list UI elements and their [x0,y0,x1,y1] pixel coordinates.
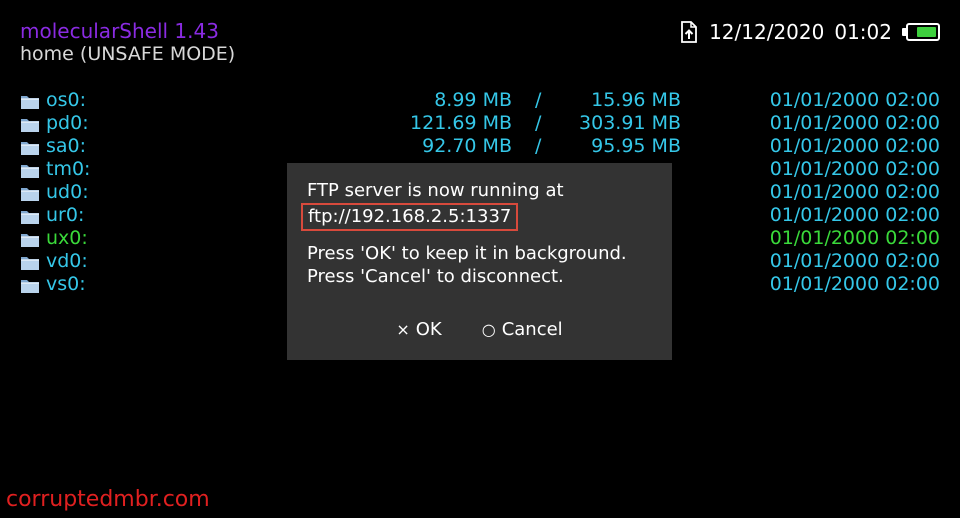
status-bar: 12/12/2020 01:02 [679,19,940,45]
device-name: vd0: [46,250,88,272]
watermark: corruptedmbr.com [6,487,210,512]
size-separator: / [535,112,542,134]
app-title: molecularShell 1.43 [20,19,219,43]
device-name: ux0: [46,227,88,249]
device-row[interactable]: pd0: 121.69 MB / 303.91 MB 01/01/2000 02:00 [20,112,940,135]
dialog-buttons: × OK ○ Cancel [287,318,672,341]
battery-level-fill [916,27,936,37]
device-used: 92.70 MB [422,135,512,157]
current-path: home (UNSAFE MODE) [20,43,236,65]
device-date: 01/01/2000 02:00 [769,250,940,272]
device-row[interactable]: sa0: 92.70 MB / 95.95 MB 01/01/2000 02:00 [20,135,940,158]
device-used: 8.99 MB [434,89,512,111]
device-name: os0: [46,89,87,111]
battery-body [906,23,940,41]
device-date: 01/01/2000 02:00 [769,135,940,157]
battery-icon [902,23,940,41]
ok-button[interactable]: × OK [396,318,441,341]
device-date: 01/01/2000 02:00 [769,204,940,226]
device-total: 95.95 MB [591,135,681,157]
device-name: sa0: [46,135,87,157]
size-separator: / [535,89,542,111]
status-time: 01:02 [834,20,892,44]
ok-button-label: OK [415,319,442,340]
ftp-dialog: FTP server is now running at ftp://192.1… [287,163,672,360]
device-date: 01/01/2000 02:00 [769,89,940,111]
upload-file-icon [679,21,699,43]
device-used: 121.69 MB [410,112,512,134]
cancel-button[interactable]: ○ Cancel [482,318,563,341]
dialog-message-line: Press 'OK' to keep it in background. [307,243,627,264]
device-total: 303.91 MB [579,112,681,134]
dialog-message-line: Press 'Cancel' to disconnect. [307,266,564,287]
device-row[interactable]: os0: 8.99 MB / 15.96 MB 01/01/2000 02:00 [20,89,940,112]
size-separator: / [535,135,542,157]
device-date: 01/01/2000 02:00 [769,158,940,180]
device-name: pd0: [46,112,89,134]
circle-button-icon: ○ [481,320,496,339]
ftp-url: ftp://192.168.2.5:1337 [301,203,519,231]
device-date: 01/01/2000 02:00 [769,227,940,249]
device-name: tm0: [46,158,91,180]
device-name: vs0: [46,273,86,295]
device-name: ur0: [46,204,85,226]
device-date: 01/01/2000 02:00 [769,181,940,203]
device-date: 01/01/2000 02:00 [769,273,940,295]
dialog-message-line: FTP server is now running at [307,180,564,201]
device-date: 01/01/2000 02:00 [769,112,940,134]
cross-button-icon: × [396,320,410,339]
folder-icon [20,277,40,300]
device-name: ud0: [46,181,89,203]
device-total: 15.96 MB [591,89,681,111]
cancel-button-label: Cancel [501,319,563,340]
status-date: 12/12/2020 [709,20,825,44]
